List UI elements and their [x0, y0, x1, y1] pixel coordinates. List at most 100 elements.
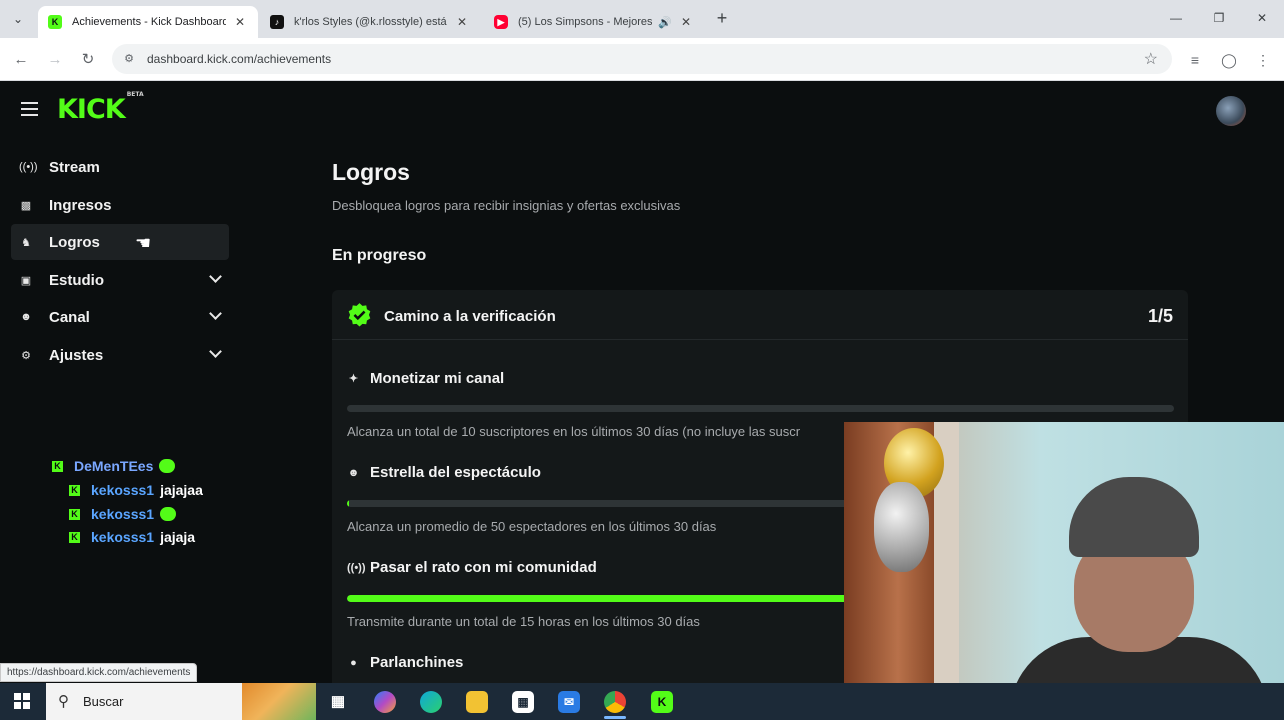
kick-icon: K	[48, 15, 62, 29]
mouse-cursor-icon: ☚	[135, 233, 152, 253]
broadcast-icon: ((•))	[19, 161, 38, 173]
task-title-text: Pasar el rato con mi comunidad	[370, 559, 597, 576]
chat-username: kekosss1	[91, 482, 155, 498]
progress-bar	[347, 405, 1174, 412]
users-icon: ☻	[347, 466, 360, 479]
page-title: Logros	[332, 159, 410, 185]
beta-badge: BETA	[126, 91, 144, 98]
page-subtitle: Desbloquea logros para recibir insignias…	[332, 198, 681, 213]
verified-badge-icon	[348, 303, 371, 327]
windows-taskbar: ⚲ Buscar ▦ ▦ ✉ K	[0, 683, 1284, 720]
chevron-down-icon[interactable]	[209, 309, 221, 321]
tab-title: Achievements - Kick Dashboard	[72, 16, 226, 28]
sidebar-item-ajustes[interactable]: ⚙ Ajustes	[11, 337, 229, 373]
kick-logo[interactable]: KICK BETA	[57, 91, 144, 125]
sidebar-item-label: Ingresos	[49, 196, 112, 214]
kick-badge-icon: K	[69, 508, 80, 520]
task-title: ✦ Monetizar mi canal	[347, 370, 504, 387]
kick-badge-icon: K	[69, 531, 80, 543]
tab-title: k'rlos Styles (@k.rlosstyle) está	[294, 16, 447, 28]
tab-tiktok[interactable]: ♪ k'rlos Styles (@k.rlosstyle) está ✕	[260, 6, 480, 38]
task-description: Alcanza un promedio de 50 espectadores e…	[347, 519, 717, 534]
chat-icon: ●	[350, 656, 357, 669]
menu-icon[interactable]: ⋮	[1252, 49, 1274, 71]
task-description: Transmite durante un total de 15 horas e…	[347, 614, 700, 629]
browser-tab-strip: ⌄ K Achievements - Kick Dashboard ✕ ♪ k'…	[0, 0, 1284, 38]
tab-title: (5) Los Simpsons - Mejores	[518, 16, 653, 28]
status-bar-url: https://dashboard.kick.com/achievements	[0, 663, 198, 682]
file-explorer-icon[interactable]	[466, 691, 488, 713]
task-title: ● Parlanchines	[347, 654, 463, 671]
chart-icon: ▩	[20, 199, 32, 212]
tiktok-icon: ♪	[270, 15, 284, 29]
mail-icon[interactable]: ✉	[558, 691, 580, 713]
close-icon[interactable]: ✕	[232, 14, 248, 30]
minimize-icon[interactable]: —	[1165, 8, 1187, 28]
reload-icon[interactable]: ↻	[77, 49, 99, 71]
sidebar-item-stream[interactable]: ((•)) Stream	[11, 149, 229, 185]
site-info-icon[interactable]: ⚙	[122, 52, 136, 66]
sidebar-item-label: Ajustes	[49, 346, 104, 364]
kick-badge-icon: K	[52, 460, 63, 472]
search-placeholder: Buscar	[83, 694, 124, 709]
edge-icon[interactable]	[420, 691, 442, 713]
chat-username: kekosss1	[91, 529, 155, 545]
back-icon[interactable]: ←	[10, 49, 32, 71]
close-icon[interactable]: ✕	[454, 14, 470, 30]
task-title: ☻ Estrella del espectáculo	[347, 464, 541, 481]
tab-search-button[interactable]: ⌄	[8, 9, 28, 29]
sidebar-item-estudio[interactable]: ▣ Estudio	[11, 262, 229, 298]
url-text[interactable]: dashboard.kick.com/achievements	[147, 52, 331, 66]
task-description: Alcanza un total de 10 suscriptores en l…	[347, 424, 801, 439]
close-icon[interactable]: ✕	[678, 14, 694, 30]
restore-icon[interactable]: ❐	[1208, 8, 1230, 28]
media-control-icon[interactable]: ≡	[1184, 49, 1206, 71]
task-title-text: Monetizar mi canal	[370, 370, 505, 387]
tab-achievements[interactable]: K Achievements - Kick Dashboard ✕	[38, 6, 258, 38]
new-tab-button[interactable]: +	[712, 9, 732, 29]
search-icon: ⚲	[58, 693, 69, 710]
chat-username: DeMenTEes	[74, 458, 154, 474]
studio-icon: ▣	[20, 274, 32, 287]
emote-icon	[159, 459, 176, 473]
sidebar-item-label: Logros	[49, 233, 100, 251]
achievement-title: Camino a la verificación	[384, 308, 556, 325]
microsoft-store-icon[interactable]: ▦	[512, 691, 534, 713]
silver-balloon	[874, 482, 929, 572]
users-icon: ☻	[20, 311, 32, 323]
tab-youtube[interactable]: ▶ (5) Los Simpsons - Mejores 🔊 ✕	[484, 6, 704, 38]
kick-app-icon[interactable]: K	[651, 691, 673, 713]
chat-message: K kekosss1 jajajaa	[69, 482, 203, 498]
chat-text: jajaja	[160, 529, 196, 545]
gear-icon: ⚙	[21, 349, 31, 362]
chevron-down-icon[interactable]	[209, 347, 221, 359]
sidebar-item-logros[interactable]: ♞ Logros	[11, 224, 229, 260]
taskbar-search[interactable]: ⚲ Buscar	[46, 683, 316, 720]
chevron-down-icon[interactable]	[209, 272, 221, 284]
user-avatar[interactable]	[1216, 96, 1246, 126]
task-view-icon[interactable]: ▦	[327, 691, 349, 713]
bookmark-star-icon[interactable]: ☆	[1144, 49, 1158, 69]
address-bar[interactable]: ⚙ dashboard.kick.com/achievements ☆	[112, 44, 1172, 74]
browser-toolbar: ← → ↻ ⚙ dashboard.kick.com/achievements …	[0, 38, 1284, 81]
search-highlight-image	[242, 683, 316, 720]
achievement-header[interactable]: Camino a la verificación 1/5	[332, 290, 1188, 340]
speaker-icon[interactable]: 🔊	[658, 16, 672, 29]
broadcast-icon: ((•))	[347, 561, 366, 574]
youtube-icon: ▶	[494, 15, 508, 29]
close-window-icon[interactable]: ✕	[1251, 8, 1273, 28]
chat-message: K kekosss1	[69, 506, 177, 522]
chat-message: K kekosss1 jajaja	[69, 529, 195, 545]
logo-text: KICK	[57, 94, 126, 125]
emote-icon	[160, 507, 177, 521]
webcam-overlay	[844, 422, 1284, 720]
sidebar-item-ingresos[interactable]: ▩ Ingresos	[11, 187, 229, 223]
windows-start-icon[interactable]	[14, 693, 30, 709]
copilot-icon[interactable]	[374, 691, 396, 713]
hamburger-menu-icon[interactable]	[21, 102, 38, 116]
chrome-icon[interactable]	[604, 691, 626, 713]
section-title: En progreso	[332, 247, 427, 264]
sidebar-item-canal[interactable]: ☻ Canal	[11, 299, 229, 335]
forward-icon[interactable]: →	[44, 49, 66, 71]
profile-icon[interactable]: ◯	[1218, 49, 1240, 71]
